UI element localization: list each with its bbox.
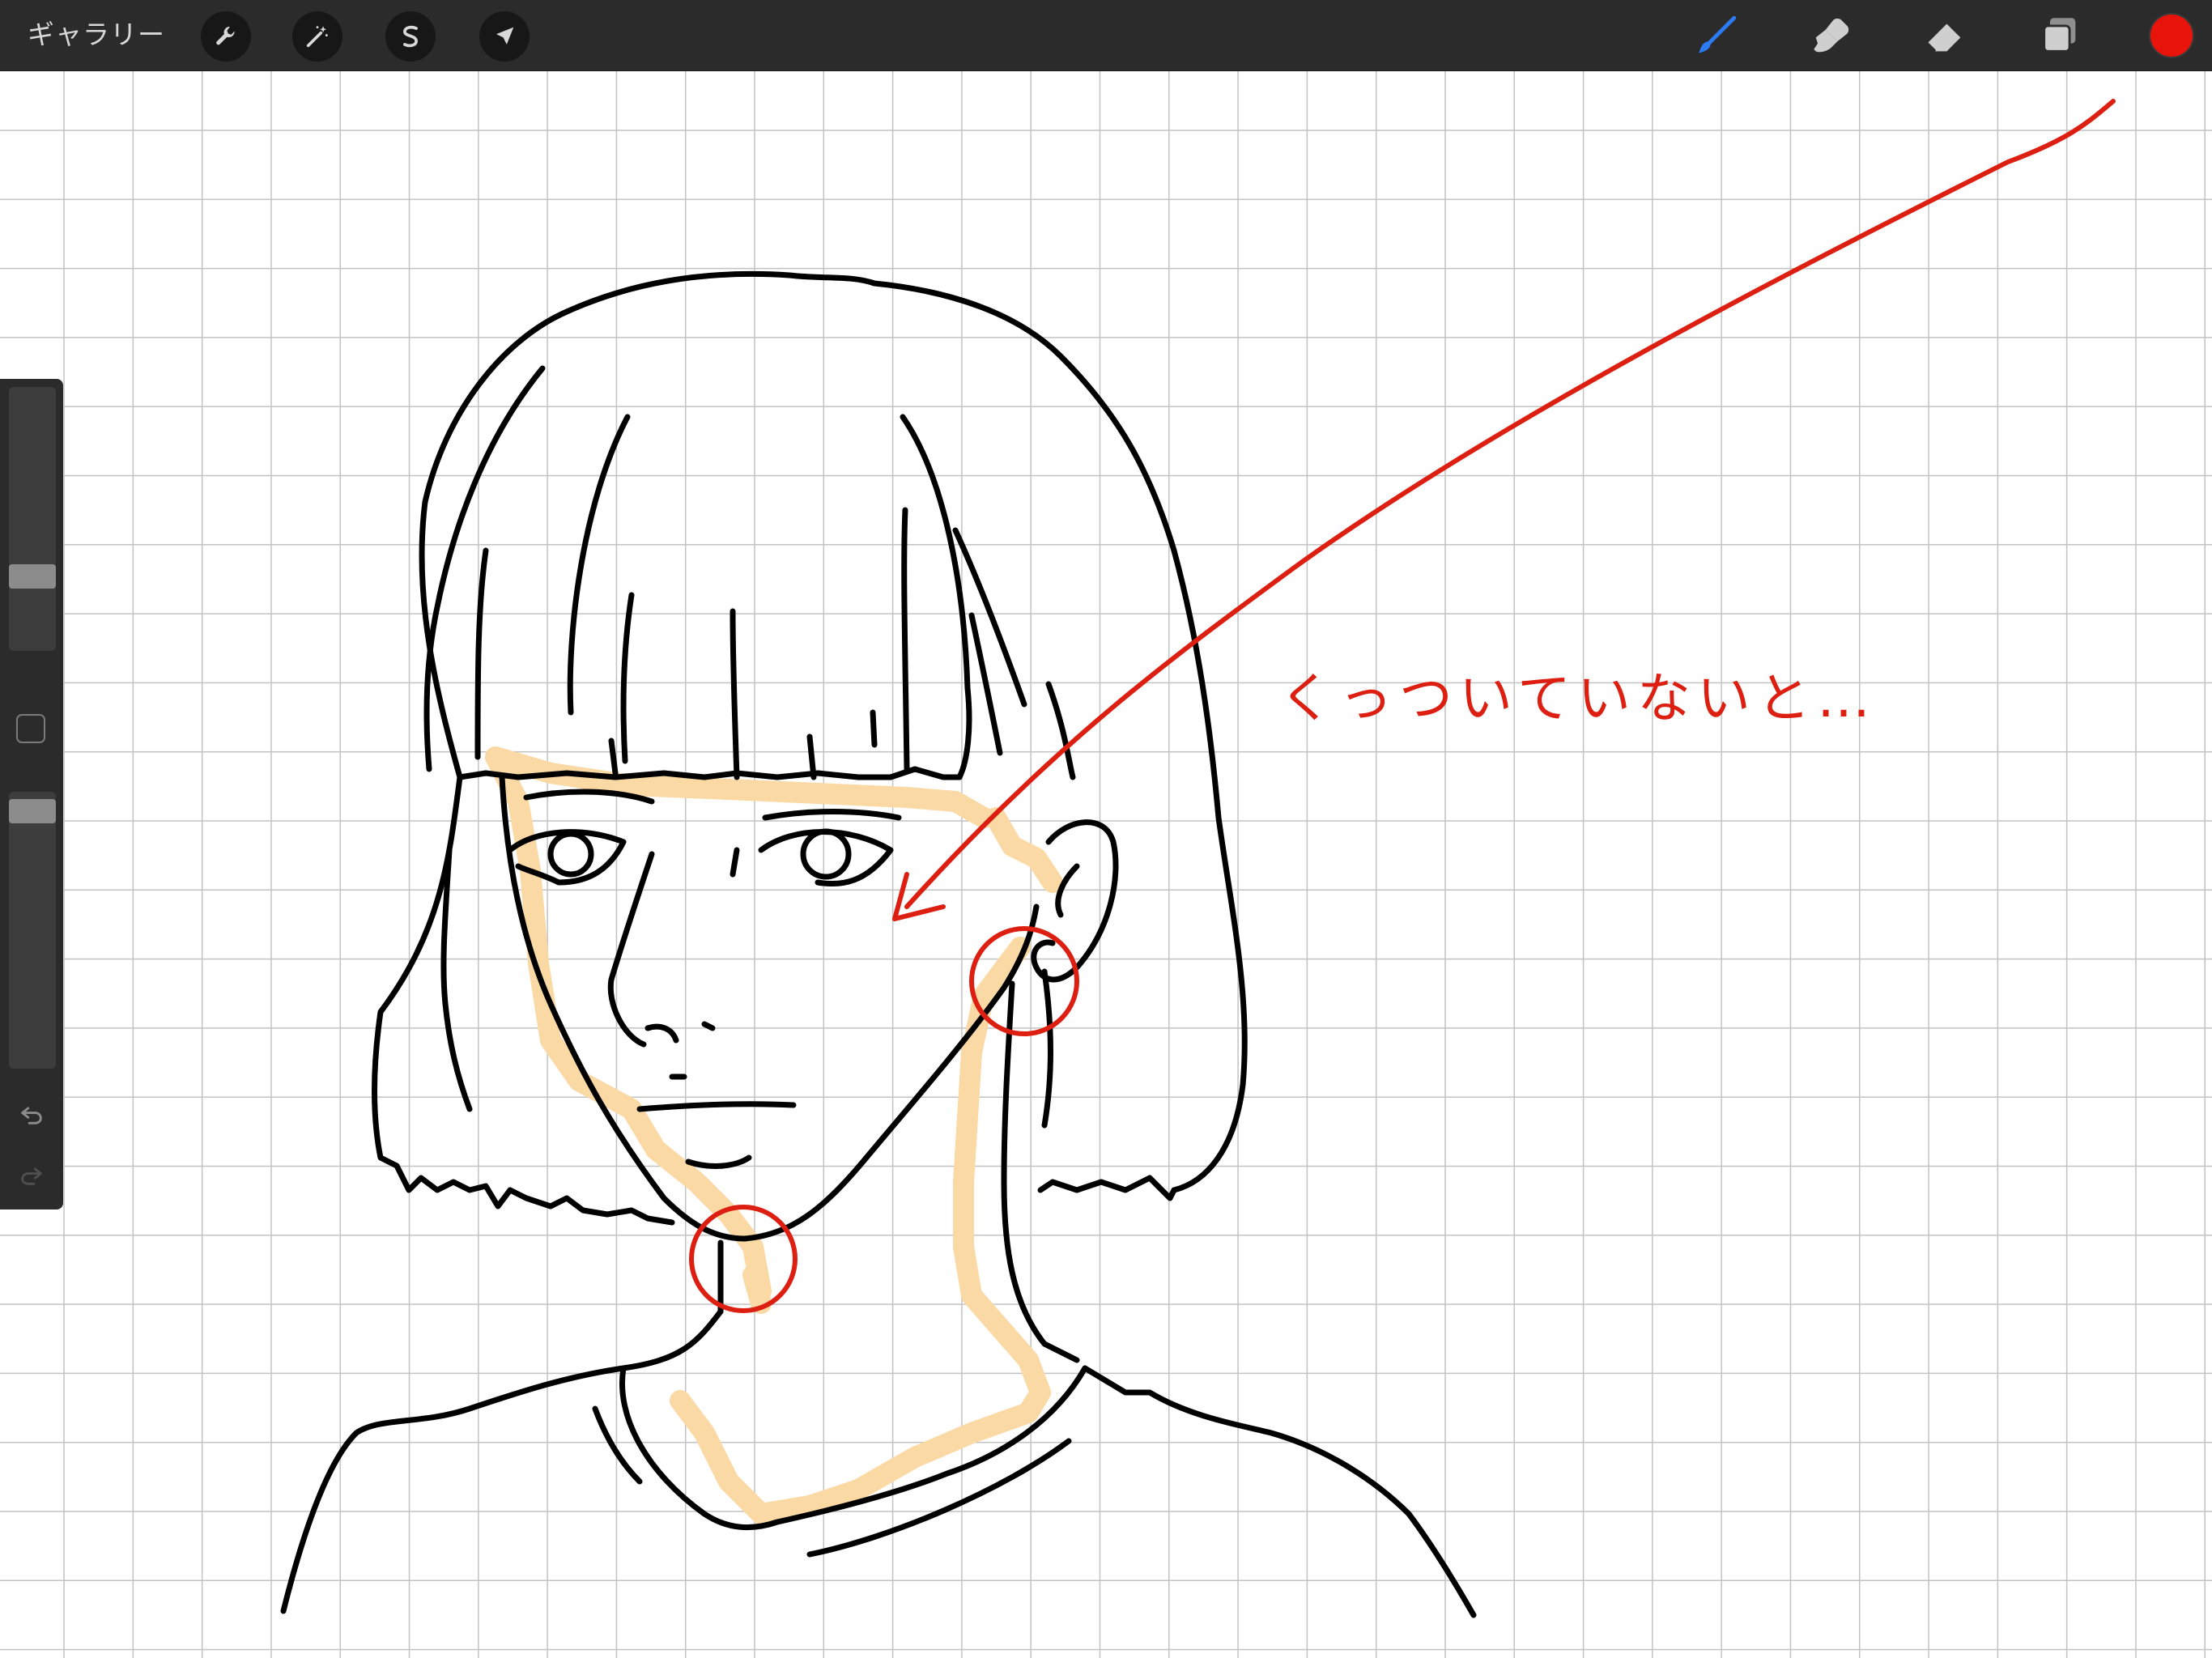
- opacity-thumb[interactable]: [9, 799, 56, 824]
- selection-s-icon: [403, 25, 418, 48]
- undo-button[interactable]: [15, 1097, 49, 1131]
- color-picker-button[interactable]: [2149, 13, 2194, 58]
- opacity-slider[interactable]: [9, 792, 56, 1069]
- eraser-icon: [1925, 23, 1961, 53]
- wrench-icon: [216, 26, 235, 45]
- arrow-cursor-icon: [496, 27, 514, 45]
- brush-tool[interactable]: [1691, 10, 1742, 62]
- redo-button[interactable]: [15, 1158, 49, 1192]
- redo-icon: [21, 1167, 42, 1185]
- actions-button[interactable]: [201, 11, 251, 62]
- brush-icon: [1699, 15, 1737, 53]
- undo-icon: [21, 1107, 42, 1124]
- line-art-drawing: くっついていないと…: [280, 99, 2116, 1618]
- modify-button[interactable]: [16, 714, 45, 743]
- gallery-button[interactable]: ギャラリー: [28, 15, 165, 55]
- smudge-icon: [1814, 18, 1849, 53]
- magic-wand-icon: [306, 26, 328, 48]
- brush-size-slider[interactable]: [9, 387, 56, 651]
- adjustments-button[interactable]: [292, 11, 342, 62]
- top-toolbar: ギャラリー: [0, 0, 2212, 71]
- transform-button[interactable]: [479, 11, 530, 62]
- eraser-tool[interactable]: [1919, 10, 1971, 62]
- selection-button[interactable]: [385, 11, 436, 62]
- line-art-strokes: [280, 270, 1477, 1618]
- side-toolbar: [0, 379, 63, 1209]
- smudge-tool[interactable]: [1806, 10, 1857, 62]
- layers-tool[interactable]: [2034, 10, 2086, 62]
- layers-icon: [2043, 18, 2076, 53]
- brush-size-thumb[interactable]: [9, 564, 56, 589]
- annotation-text: くっついていないと…: [1279, 667, 1877, 729]
